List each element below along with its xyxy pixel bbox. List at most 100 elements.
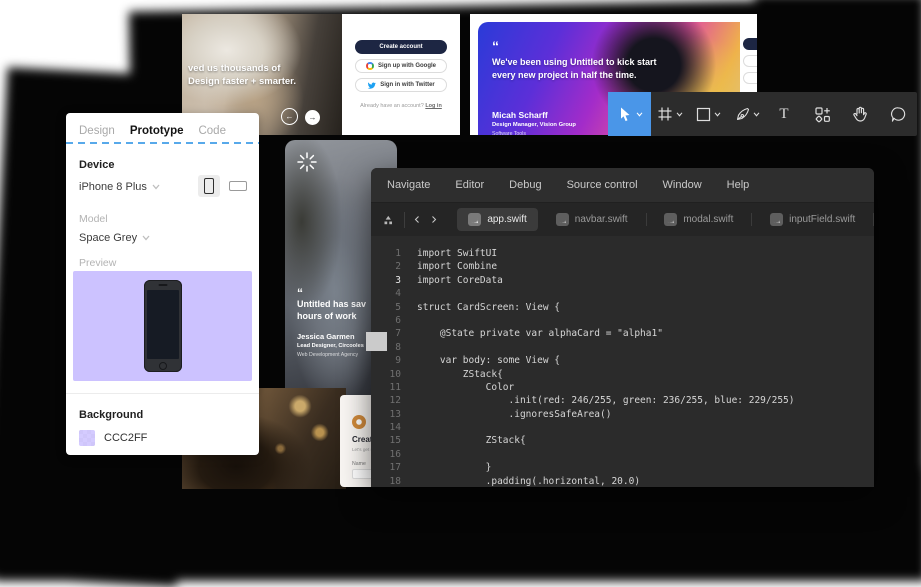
- panel-tabs: Design Prototype Code: [79, 125, 226, 137]
- hand-tool-button[interactable]: [841, 92, 879, 136]
- code-line: 14: [371, 421, 874, 434]
- device-preview: [73, 271, 252, 381]
- tab-navbar-swift[interactable]: navbar.swift: [545, 208, 639, 231]
- code-area: 1import SwiftUI 2import Combine 3import …: [371, 236, 874, 487]
- code-editor-window: Navigate Editor Debug Source control Win…: [371, 168, 874, 487]
- tab-inputfield-swift[interactable]: inputField.swift: [759, 208, 866, 231]
- pen-icon: [733, 106, 750, 123]
- google-signup-button[interactable]: Sign up with Google: [355, 59, 447, 73]
- menu-window[interactable]: Window: [663, 179, 702, 191]
- preview-section-label: Preview: [79, 257, 116, 269]
- signup-panel: Create account Sign up with Google Sign …: [342, 14, 460, 135]
- forward-icon[interactable]: [431, 214, 437, 225]
- widgets-tool-button[interactable]: [803, 92, 841, 136]
- comment-icon: [890, 106, 907, 123]
- quote-mark: “: [492, 38, 499, 54]
- frame-icon: [657, 106, 673, 122]
- quote-author: Micah Scharff: [492, 110, 548, 120]
- orientation-portrait-button[interactable]: [198, 175, 220, 197]
- quote-author-role: Design Manager, Vision Group: [492, 122, 576, 128]
- testimonial-author: Jessica Garmen: [297, 332, 355, 341]
- carousel-prev-button[interactable]: ←: [281, 108, 298, 125]
- quote-line1: We've been using Untitled to kick start: [492, 56, 657, 69]
- hierarchy-icon[interactable]: [383, 213, 394, 227]
- create-account-button[interactable]: Create account: [355, 40, 447, 54]
- menu-editor[interactable]: Editor: [455, 179, 484, 191]
- left-arrow-icon: ←: [286, 112, 294, 121]
- testimonial-line2: hours of work: [297, 310, 357, 322]
- signup-headline-line2: Design faster + smarter.: [188, 75, 296, 88]
- tab-modal-swift[interactable]: modal.swift: [653, 208, 744, 231]
- chevron-down-icon: [714, 112, 721, 117]
- twitter-icon: [367, 81, 376, 90]
- device-dropdown[interactable]: iPhone 8 Plus: [79, 181, 160, 193]
- tab-prototype[interactable]: Prototype: [130, 125, 184, 137]
- code-line: 2import Combine: [371, 260, 874, 273]
- dashed-divider: [66, 142, 259, 144]
- right-arrow-icon: →: [309, 113, 317, 122]
- logo-icon: [352, 415, 366, 429]
- code-line: 7 @State private var alphaCard = "alpha1…: [371, 327, 874, 340]
- menu-source-control[interactable]: Source control: [567, 179, 638, 191]
- code-line: 18 .padding(.horizontal, 20.0): [371, 475, 874, 487]
- model-section-label: Model: [79, 213, 108, 225]
- iphone-preview-image: [144, 280, 182, 372]
- name-field-label: Name: [352, 461, 366, 467]
- comment-tool-button[interactable]: [879, 92, 917, 136]
- model-dropdown[interactable]: Space Grey: [79, 232, 150, 244]
- testimonial-author-role: Lead Designer, Circooles: [297, 343, 364, 349]
- code-line: 16: [371, 448, 874, 461]
- text-tool-icon: T: [779, 106, 788, 123]
- code-line: 1import SwiftUI: [371, 247, 874, 260]
- chevron-down-icon: [676, 112, 683, 117]
- tab-app-swift[interactable]: app.swift: [457, 208, 537, 231]
- login-link[interactable]: Log in: [425, 103, 442, 109]
- pen-tool-button[interactable]: [727, 92, 765, 136]
- tab-code[interactable]: Code: [198, 125, 226, 137]
- google-icon: [366, 62, 374, 70]
- shape-tool-button[interactable]: [689, 92, 727, 136]
- code-line: 5struct CardScreen: View {: [371, 301, 874, 314]
- carousel-next-button[interactable]: →: [305, 110, 320, 125]
- background-color-swatch[interactable]: [79, 430, 95, 446]
- code-line: 4: [371, 287, 874, 300]
- quote-line2: every new project in half the time.: [492, 69, 637, 82]
- text-tool-button[interactable]: T: [765, 92, 803, 136]
- hand-icon: [851, 105, 869, 123]
- design-toolbar: T: [608, 92, 917, 136]
- signup-headline-line1: ved us thousands of: [188, 62, 296, 75]
- back-icon[interactable]: [414, 214, 420, 225]
- code-line: 11 Color: [371, 381, 874, 394]
- testimonial-author-agency: Web Development Agency: [297, 352, 358, 358]
- code-line: 10 ZStack{: [371, 368, 874, 381]
- scroll-marker[interactable]: [366, 332, 387, 351]
- code-line: 3import CoreData: [371, 274, 874, 287]
- code-line: 12 .init(red: 246/255, green: 236/255, b…: [371, 394, 874, 407]
- swift-file-icon: [556, 213, 569, 226]
- menu-help[interactable]: Help: [727, 179, 750, 191]
- chevron-down-icon: [142, 235, 150, 241]
- editor-menubar: Navigate Editor Debug Source control Win…: [371, 168, 874, 202]
- swift-file-icon: [468, 213, 481, 226]
- chevron-down-icon: [753, 112, 760, 117]
- orientation-landscape-button[interactable]: [229, 181, 247, 191]
- twitter-signin-button[interactable]: Sign in with Twitter: [355, 78, 447, 92]
- prototype-panel: Design Prototype Code Device iPhone 8 Pl…: [66, 113, 259, 455]
- menu-debug[interactable]: Debug: [509, 179, 541, 191]
- swift-file-icon: [770, 213, 783, 226]
- code-line: 15 ZStack{: [371, 434, 874, 447]
- move-tool-button[interactable]: [608, 92, 651, 136]
- menu-navigate[interactable]: Navigate: [387, 179, 430, 191]
- code-line: 8: [371, 341, 874, 354]
- code-line: 9 var body: some View {: [371, 354, 874, 367]
- tab-design[interactable]: Design: [79, 125, 115, 137]
- background-hex-value[interactable]: CCC2FF: [104, 432, 147, 444]
- rectangle-icon: [696, 107, 711, 122]
- background-section-label: Background: [79, 409, 143, 421]
- widgets-icon: [814, 106, 831, 123]
- login-footnote: Already have an account? Log in: [360, 103, 442, 109]
- portrait-icon: [204, 178, 214, 194]
- section-divider: [66, 393, 259, 394]
- frame-tool-button[interactable]: [651, 92, 689, 136]
- editor-tabstrip: app.swift navbar.swift modal.swift input…: [371, 202, 874, 236]
